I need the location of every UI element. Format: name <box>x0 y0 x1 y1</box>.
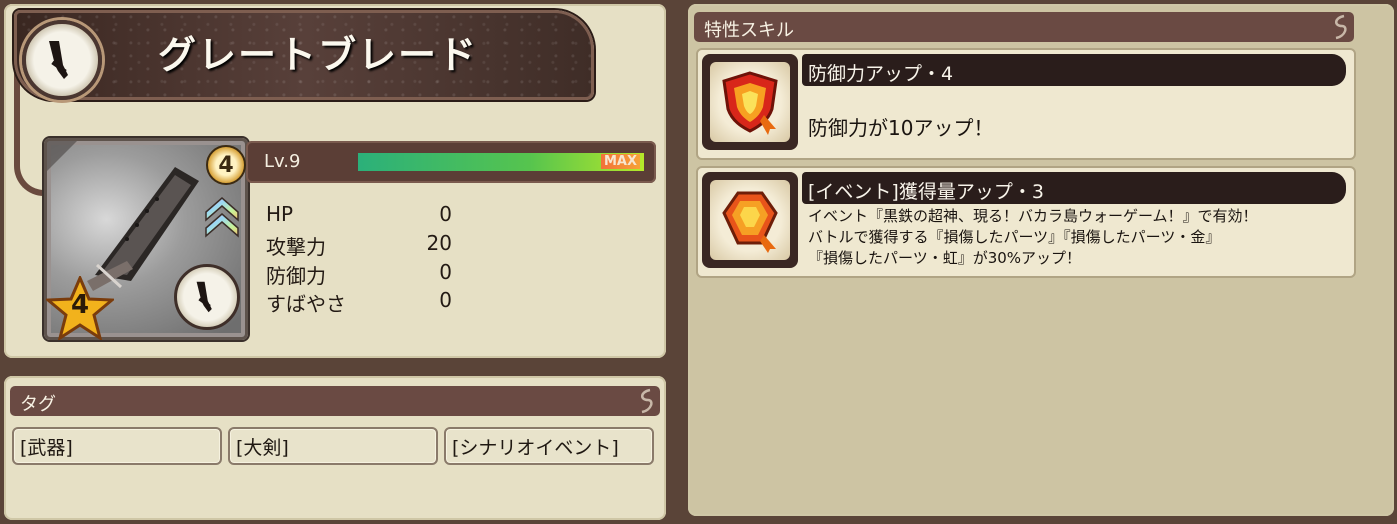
rank-chevron-icon <box>205 197 239 238</box>
stat-row-hp: HP 0 <box>266 202 452 230</box>
stat-name: 防御力 <box>266 264 326 288</box>
level-row: Lv.9 MAX <box>246 141 656 183</box>
skill-header-label: 特性スキル <box>704 20 794 41</box>
skill-description: イベント『黒鉄の超神、現る！バカラ島ウォーゲーム！』で有効！ バトルで獲得する『… <box>808 206 1258 269</box>
stat-name: HP <box>266 202 294 226</box>
stat-row-attack: 攻撃力 20 <box>266 231 452 259</box>
exp-bar: MAX <box>358 153 644 171</box>
tag-item[interactable]: [シナリオイベント] <box>444 427 654 465</box>
skill-description-line: 防御力が10アップ！ <box>808 116 994 140</box>
skill-title: 防御力アップ・4 <box>808 63 954 85</box>
skill-card[interactable]: 防御力アップ・4 防御力が10アップ！ <box>696 48 1356 160</box>
stat-value: 0 <box>439 260 452 284</box>
skill-description: 防御力が10アップ！ <box>808 112 993 141</box>
item-name: グレートブレード <box>158 33 479 77</box>
skill-description-line: イベント『黒鉄の超神、現る！バカラ島ウォーゲーム！』で有効！ <box>808 207 1258 225</box>
skill-header: 特性スキル <box>694 12 1354 42</box>
sword-icon <box>174 264 240 330</box>
skill-card[interactable]: [イベント]獲得量アップ・3 イベント『黒鉄の超神、現る！バカラ島ウォーゲーム！… <box>696 166 1356 278</box>
tag-header-label: タグ <box>20 394 56 415</box>
tag-label: [大剣] <box>236 437 289 459</box>
flourish-icon <box>641 388 653 414</box>
flourish-icon <box>1335 14 1347 40</box>
stat-name: 攻撃力 <box>266 235 326 259</box>
stat-value: 0 <box>439 288 452 312</box>
skill-title-bar: 防御力アップ・4 <box>802 54 1346 86</box>
stat-row-speed: すばやさ 0 <box>266 288 452 316</box>
shield-icon <box>710 62 790 142</box>
tag-item[interactable]: [武器] <box>12 427 222 465</box>
tag-header: タグ <box>10 386 660 416</box>
skill-description-line: 『損傷したパーツ・虹』が30%アップ！ <box>808 249 1082 267</box>
exp-max-label: MAX <box>600 154 640 169</box>
skill-icon-frame <box>702 172 798 268</box>
stat-row-defense: 防御力 0 <box>266 260 452 288</box>
gem-icon <box>710 180 790 260</box>
skill-title: [イベント]獲得量アップ・3 <box>808 181 1044 203</box>
level-badge: 4 <box>206 145 246 185</box>
stat-value: 0 <box>439 202 452 226</box>
tag-item[interactable]: [大剣] <box>228 427 438 465</box>
sword-icon <box>22 20 102 100</box>
stat-name: すばやさ <box>266 292 346 316</box>
skill-icon-frame <box>702 54 798 150</box>
tag-label: [武器] <box>20 437 73 459</box>
skill-description-line: バトルで獲得する『損傷したパーツ』『損傷したパーツ・金』 <box>808 228 1221 246</box>
stat-value: 20 <box>426 231 452 255</box>
level-label: Lv.9 <box>264 151 301 172</box>
tag-label: [シナリオイベント] <box>452 437 619 459</box>
rarity-value: 4 <box>70 290 90 320</box>
skill-title-bar: [イベント]獲得量アップ・3 <box>802 172 1346 204</box>
